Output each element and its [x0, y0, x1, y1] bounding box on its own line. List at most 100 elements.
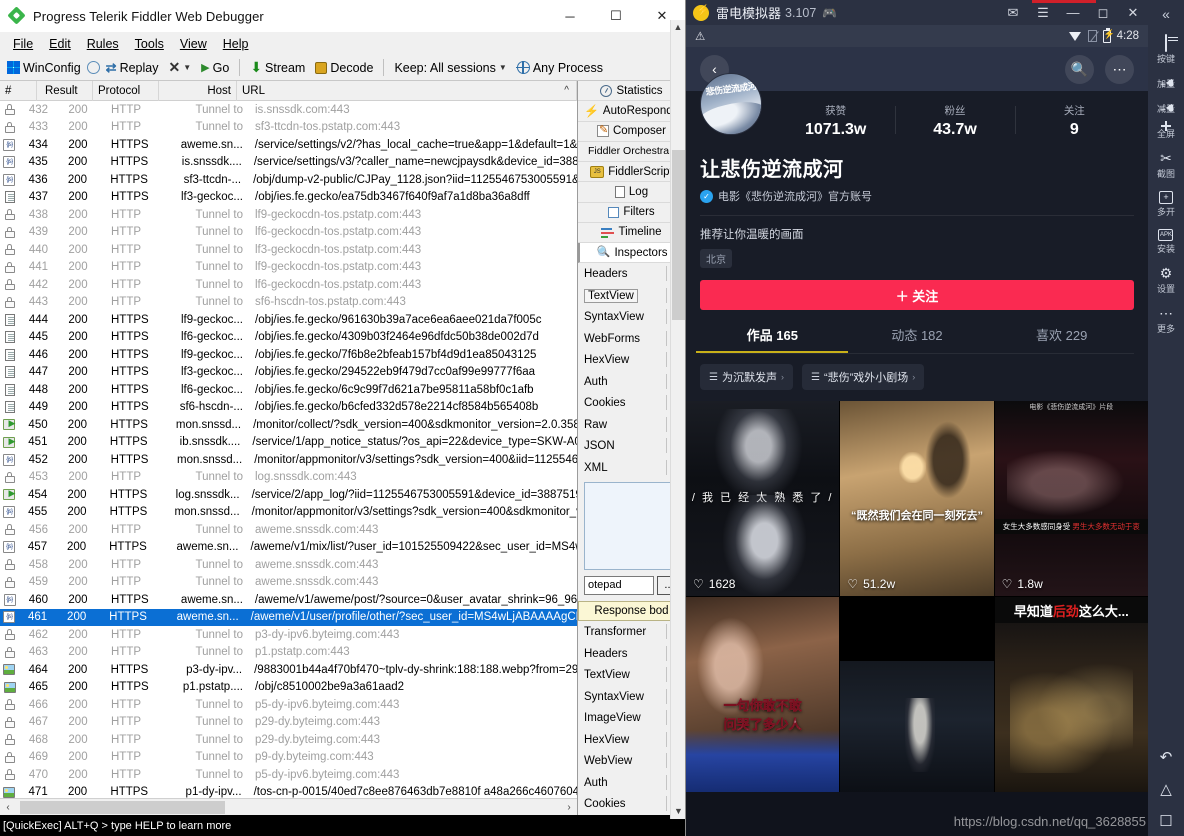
scroll-up-icon[interactable]: ▲	[671, 20, 685, 35]
video-cell-2[interactable]: “既然我们会在同一刻死去” ♡ 51.2w	[840, 401, 994, 596]
follow-button[interactable]: ＋ 关注	[700, 280, 1134, 310]
side-button-settings[interactable]: ⚙ 设置	[1157, 266, 1175, 295]
response-view-textview[interactable]: TextView	[578, 664, 685, 686]
stream-button[interactable]: ⬇ Stream	[246, 57, 309, 78]
mail-icon[interactable]: ✉	[998, 0, 1028, 25]
table-row[interactable]: {js} 461 200 HTTPS aweme.sn... /aweme/v1/user…	[0, 608, 577, 626]
notepad-field[interactable]: otepad	[584, 575, 654, 595]
request-view-hexview[interactable]: HexView	[578, 349, 685, 371]
hscroll-track[interactable]	[16, 799, 561, 815]
table-row[interactable]: 433 200 HTTP Tunnel to sf3-ttcdn-tos.pstatp.…	[0, 119, 577, 137]
table-row[interactable]: 447 200 HTTPS lf3-geckoc... /obj/ies.fe.geck…	[0, 364, 577, 382]
request-view-xml[interactable]: XML	[578, 457, 685, 479]
tab-log[interactable]: Log	[578, 182, 685, 203]
response-view-transformer[interactable]: Transformer	[578, 621, 685, 643]
more-options-button[interactable]: ⋯	[1105, 54, 1134, 84]
scroll-right-icon[interactable]: ›	[561, 802, 577, 813]
fiddler-orchestra-label[interactable]: Fiddler Orchestra I	[578, 142, 685, 162]
table-row[interactable]: 468 200 HTTP Tunnel to p29-dy.byteimg.com:44…	[0, 731, 577, 749]
menu-tools[interactable]: Tools	[127, 35, 172, 53]
maximize-icon[interactable]: ◻	[1088, 0, 1118, 25]
table-row[interactable]: 466 200 HTTP Tunnel to p5-dy-ipv6.byteimg.co…	[0, 696, 577, 714]
recents-icon[interactable]: ☐	[1159, 812, 1172, 830]
menu-icon[interactable]: ☰	[1028, 0, 1058, 25]
side-button-fullscreen[interactable]: 全屏	[1157, 121, 1175, 140]
table-row[interactable]: {js} 435 200 HTTPS is.snssdk.... /service/set…	[0, 154, 577, 172]
menu-file[interactable]: File	[5, 35, 41, 53]
side-button-keyboard[interactable]: 按键	[1157, 34, 1175, 65]
side-button-install-apk[interactable]: APK 安装	[1157, 229, 1175, 255]
response-view-hexview[interactable]: HexView	[578, 729, 685, 751]
request-view-raw[interactable]: Raw	[578, 414, 685, 436]
table-row[interactable]: {js} 457 200 HTTPS aweme.sn... /aweme/v1/mix/…	[0, 539, 577, 557]
response-view-syntaxview[interactable]: SyntaxView	[578, 686, 685, 708]
chip-collection-1[interactable]: ☰ 为沉默发声 ›	[700, 364, 793, 390]
side-button-volume-down[interactable]: − 减量	[1157, 101, 1175, 116]
tab-autoresponder[interactable]: ⚡ AutoResponde	[578, 101, 685, 122]
response-body-header[interactable]: Response bod	[578, 600, 685, 622]
chip-collection-2[interactable]: ☰ “悲伤”戏外小剧场 ›	[801, 364, 925, 390]
tab-statistics[interactable]: Statistics	[578, 81, 685, 102]
tab-likes[interactable]: 喜欢 229	[989, 325, 1134, 353]
table-row[interactable]: 438 200 HTTP Tunnel to lf9-geckocdn-tos.psta…	[0, 206, 577, 224]
table-row[interactable]: 458 200 HTTP Tunnel to aweme.snssdk.com:443	[0, 556, 577, 574]
decode-button[interactable]: Decode	[311, 59, 377, 77]
winconfig-button[interactable]: WinConfig	[3, 59, 85, 77]
tab-dynamics[interactable]: 动态 182	[845, 325, 990, 353]
search-icon[interactable]: 🔍	[1065, 54, 1094, 84]
side-button-volume-up[interactable]: + 加量	[1157, 76, 1175, 91]
maximize-button[interactable]: ☐	[593, 0, 639, 32]
table-row[interactable]: 445 200 HTTPS lf6-geckoc... /obj/ies.fe.geck…	[0, 329, 577, 347]
tab-timeline[interactable]: Timeline	[578, 223, 685, 243]
response-view-auth[interactable]: Auth	[578, 772, 685, 794]
table-row[interactable]: 442 200 HTTP Tunnel to lf6-geckocdn-tos.psta…	[0, 276, 577, 294]
menu-help[interactable]: Help	[215, 35, 257, 53]
collapse-toolbar-button[interactable]: «	[1162, 3, 1170, 25]
response-view-cookies[interactable]: Cookies	[578, 793, 685, 815]
any-process-button[interactable]: Any Process	[513, 59, 607, 77]
tab-fiddlerscript[interactable]: JS FiddlerScript	[578, 162, 685, 183]
column-header-protocol[interactable]: Protocol	[93, 80, 159, 101]
table-row[interactable]: 449 200 HTTPS sf6-hscdn-... /obj/ies.fe.geck…	[0, 399, 577, 417]
tab-filters[interactable]: Filters	[578, 203, 685, 223]
location-tag[interactable]: 北京	[700, 249, 732, 268]
request-view-headers[interactable]: Headers	[578, 263, 685, 285]
hscroll-thumb[interactable]	[20, 800, 225, 814]
request-view-cookies[interactable]: Cookies	[578, 392, 685, 414]
table-row[interactable]: 453 200 HTTP Tunnel to log.snssdk.com:443	[0, 469, 577, 487]
side-button-screenshot[interactable]: ✂ 截图	[1157, 151, 1175, 180]
column-header-host[interactable]: Host	[159, 80, 237, 101]
comment-icon[interactable]	[86, 61, 100, 74]
tab-composer[interactable]: Composer	[578, 122, 685, 142]
gamepad-icon[interactable]: 🎮	[822, 6, 837, 20]
response-view-webview[interactable]: WebView	[578, 750, 685, 772]
back-icon[interactable]: ↶	[1160, 748, 1173, 766]
menu-edit[interactable]: Edit	[41, 35, 79, 53]
minimize-icon[interactable]: —	[1058, 0, 1088, 25]
table-row[interactable]: {js} 460 200 HTTPS aweme.sn... /aweme/v1/awem…	[0, 591, 577, 609]
table-row[interactable]: 465 200 HTTPS p1.pstatp.... /obj/c8510002be9…	[0, 679, 577, 697]
table-row[interactable]: 439 200 HTTP Tunnel to lf6-geckocdn-tos.psta…	[0, 224, 577, 242]
request-view-syntaxview[interactable]: SyntaxView	[578, 306, 685, 328]
stat-likes[interactable]: 获赞 1071.3w	[776, 103, 895, 139]
column-header-result[interactable]: Result	[37, 80, 93, 101]
stat-following[interactable]: 关注 9	[1014, 103, 1134, 139]
side-button-more[interactable]: ⋯ 更多	[1157, 306, 1175, 335]
column-header-number[interactable]: #	[0, 80, 37, 101]
table-row[interactable]: 432 200 HTTP Tunnel to is.snssdk.com:443	[0, 101, 577, 119]
keep-sessions-dropdown[interactable]: Keep: All sessions ▼	[390, 59, 510, 77]
video-cell-3[interactable]: 电影《悲伤逆流成河》片段 女生大多数感同身受 男生大多数无动于衷 ♡ 1.8w	[994, 401, 1148, 596]
menu-rules[interactable]: Rules	[79, 35, 127, 53]
session-rows[interactable]: 432 200 HTTP Tunnel to is.snssdk.com:443 433 2…	[0, 101, 577, 798]
request-body-textarea[interactable]	[584, 482, 679, 570]
video-cell-4[interactable]: 一句你敢不敢 问哭了多少人	[686, 597, 840, 792]
avatar[interactable]: 悲伤逆流成河	[700, 73, 762, 135]
table-row[interactable]: 441 200 HTTP Tunnel to lf9-geckocdn-tos.psta…	[0, 259, 577, 277]
table-row[interactable]: 451 200 HTTPS ib.snssdk.... /service/1/app_n…	[0, 434, 577, 452]
table-row[interactable]: 464 200 HTTPS p3-dy-ipv... /9883001b44a4f70b…	[0, 661, 577, 679]
table-row[interactable]: 437 200 HTTPS lf3-geckoc... /obj/ies.fe.geck…	[0, 189, 577, 207]
video-cell-1[interactable]: / 我 已 经 太 熟 悉 了 / ♡ 1628	[686, 401, 840, 596]
table-row[interactable]: 469 200 HTTP Tunnel to p9-dy.byteimg.com:443	[0, 749, 577, 767]
table-row[interactable]: 456 200 HTTP Tunnel to aweme.snssdk.com:443	[0, 521, 577, 539]
table-row[interactable]: 462 200 HTTP Tunnel to p3-dy-ipv6.byteimg.co…	[0, 626, 577, 644]
